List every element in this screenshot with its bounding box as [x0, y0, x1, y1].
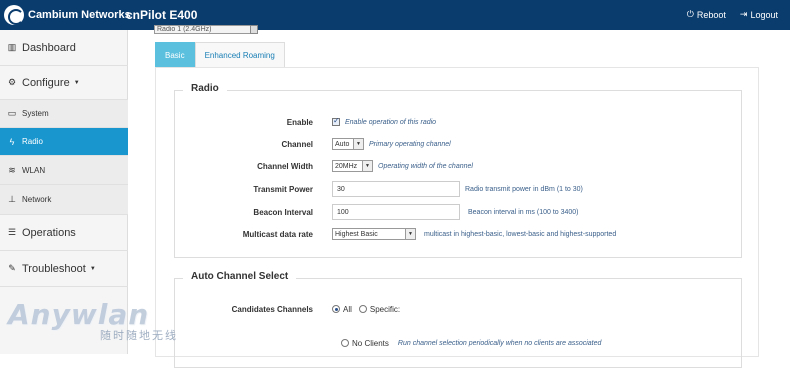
enable-hint: Enable operation of this radio — [345, 118, 437, 126]
sidebar-item-radio[interactable]: ϟ Radio — [0, 128, 128, 156]
channel-width-select[interactable]: 20MHz ▼ — [332, 160, 373, 172]
auto-channel-select-fieldset: Auto Channel Select Candidates Channels … — [174, 271, 742, 368]
tab-panel: Radio Enable Enable operation of this ra… — [155, 67, 759, 368]
tab-enhanced-roaming[interactable]: Enhanced Roaming — [194, 42, 285, 67]
bar-chart-icon: ▥ — [7, 42, 17, 52]
acs-section-title: Auto Channel Select — [183, 271, 297, 282]
channel-label: Channel — [281, 139, 313, 149]
sidebar-item-label: Network — [22, 195, 52, 204]
radio-selector[interactable]: Radio 1 (2.4GHz) — [154, 25, 256, 34]
wrench-icon: ✎ — [8, 263, 16, 273]
watermark: Anywlan 随时随地无线 — [8, 298, 178, 343]
transmit-power-hint: Radio transmit power in dBm (1 to 30) — [465, 185, 583, 193]
channel-width-label: Channel Width — [257, 161, 313, 171]
chevron-down-icon: ▼ — [362, 161, 372, 171]
candidates-specific-radio[interactable] — [358, 305, 367, 313]
product-name: cnPilot E400 — [126, 8, 198, 22]
channel-width-hint: Operating width of the channel — [378, 162, 473, 170]
candidates-all-label: All — [343, 304, 352, 314]
radio-selector-dropdown-icon[interactable] — [250, 25, 258, 34]
sidebar-item-wlan[interactable]: ≋ WLAN — [0, 156, 128, 185]
sidebar-item-troubleshoot[interactable]: ✎ Troubleshoot ▼ — [0, 251, 128, 287]
beacon-interval-row: Beacon Interval Beacon interval in ms (1… — [175, 204, 741, 220]
sidebar-item-label: WLAN — [22, 165, 46, 175]
sidebar-item-system[interactable]: ▭ System — [0, 100, 128, 128]
transmit-power-label: Transmit Power — [253, 184, 313, 194]
beacon-interval-hint: Beacon interval in ms (100 to 3400) — [468, 208, 579, 216]
transmit-power-row: Transmit Power Radio transmit power in d… — [175, 181, 741, 197]
sidebar-item-label: Operations — [22, 226, 76, 239]
transmit-power-input[interactable] — [332, 181, 460, 197]
chevron-down-icon: ▼ — [405, 229, 415, 239]
no-clients-row: No Clients Run channel selection periodi… — [175, 335, 741, 351]
sidebar-item-label: System — [22, 109, 49, 118]
wifi-icon: ≋ — [8, 164, 16, 175]
no-clients-hint: Run channel selection periodically when … — [397, 339, 602, 347]
tab-basic[interactable]: Basic — [155, 42, 195, 67]
caret-down-icon: ▼ — [73, 79, 80, 86]
top-navbar: Cambium Networks cnPilot E400 ⏻ Reboot ⇥… — [0, 0, 790, 30]
radio-section-title: Radio — [183, 83, 227, 94]
power-icon: ⏻ — [686, 9, 694, 19]
lightning-icon: ϟ — [9, 136, 15, 147]
channel-value: Auto — [335, 140, 350, 148]
logout-button[interactable]: ⇥ Logout — [740, 9, 778, 20]
enable-row: Enable Enable operation of this radio — [175, 114, 741, 130]
brand[interactable]: Cambium Networks — [4, 5, 131, 25]
candidates-channels-row: Candidates Channels All Specific: — [175, 301, 741, 317]
monitor-icon: ▭ — [7, 108, 17, 118]
brand-name: Cambium Networks — [28, 9, 131, 21]
sidebar-item-label: Configure — [22, 76, 70, 89]
no-clients-label: No Clients — [352, 338, 389, 348]
candidates-all-radio[interactable] — [332, 305, 340, 313]
channel-hint: Primary operating channel — [369, 140, 451, 148]
channel-width-row: Channel Width 20MHz ▼ Operating width of… — [175, 158, 741, 174]
channel-width-value: 20MHz — [335, 162, 358, 170]
sidebar-item-network[interactable]: ⊥ Network — [0, 185, 128, 215]
sidebar-item-label: Radio — [22, 137, 43, 146]
logout-label: Logout — [750, 9, 778, 20]
beacon-interval-input[interactable] — [332, 204, 460, 220]
sign-out-icon: ⇥ — [739, 9, 748, 19]
sidebar-item-operations[interactable]: ☰ Operations — [0, 215, 128, 251]
multicast-rate-hint: multicast in highest-basic, lowest-basic… — [424, 230, 617, 238]
sidebar-item-label: Dashboard — [22, 41, 76, 54]
candidates-specific-label: Specific: — [369, 304, 401, 314]
reboot-label: Reboot — [696, 9, 726, 20]
sliders-icon: ☰ — [7, 227, 17, 237]
gear-icon: ⚙ — [7, 77, 17, 87]
enable-checkbox[interactable] — [332, 116, 340, 126]
cambium-logo-icon — [4, 5, 24, 25]
multicast-rate-select[interactable]: Highest Basic ▼ — [332, 228, 416, 240]
sidebar-item-configure[interactable]: ⚙ Configure ▼ — [0, 66, 128, 100]
radio-fieldset: Radio Enable Enable operation of this ra… — [174, 83, 742, 258]
channel-row: Channel Auto ▼ Primary operating channel — [175, 136, 741, 152]
no-clients-radio[interactable] — [341, 339, 349, 347]
sidebar-item-dashboard[interactable]: ▥ Dashboard — [0, 30, 128, 66]
tab-bar: Basic Enhanced Roaming — [155, 42, 285, 67]
enable-label: Enable — [286, 117, 313, 127]
multicast-rate-label: Multicast data rate — [242, 229, 313, 239]
main-content: Radio 1 (2.4GHz) Basic Enhanced Roaming … — [128, 25, 790, 368]
reboot-button[interactable]: ⏻ Reboot — [687, 9, 726, 20]
candidates-channels-label: Candidates Channels — [231, 304, 313, 314]
chevron-down-icon: ▼ — [353, 139, 363, 149]
beacon-interval-label: Beacon Interval — [253, 207, 313, 217]
channel-select[interactable]: Auto ▼ — [332, 138, 364, 150]
caret-down-icon: ▼ — [89, 265, 96, 272]
multicast-rate-row: Multicast data rate Highest Basic ▼ mult… — [175, 226, 741, 242]
sidebar-item-label: Troubleshoot — [22, 262, 86, 275]
watermark-slogan: 随时随地无线 — [100, 330, 178, 342]
sitemap-icon: ⊥ — [8, 194, 16, 204]
multicast-rate-value: Highest Basic — [335, 230, 378, 238]
